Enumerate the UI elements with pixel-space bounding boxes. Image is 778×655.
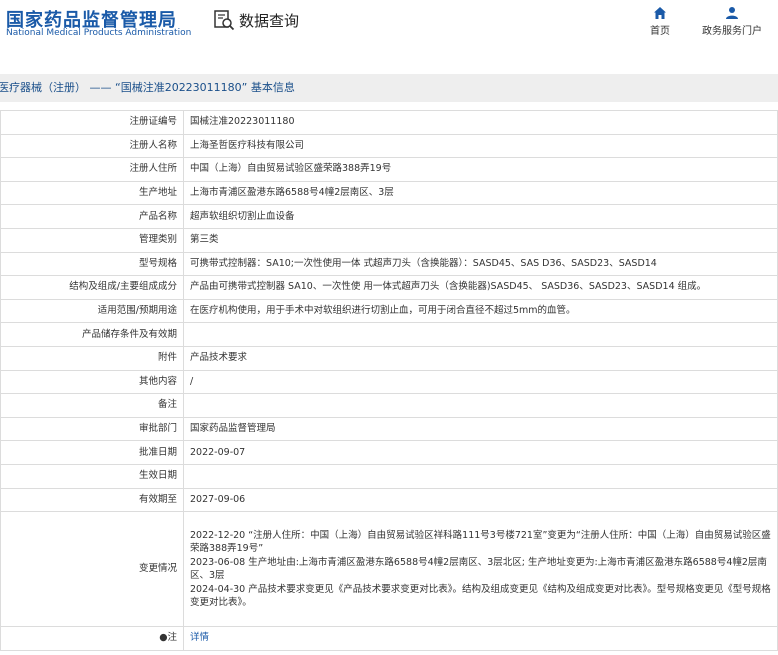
row-label: 生产地址 <box>0 180 184 206</box>
row-label: 产品名称 <box>0 204 184 229</box>
search-title-text: 数据查询 <box>239 11 300 30</box>
table-row: 结构及组成/主要组成成分 产品由可携带式控制器 SA10、一次性使 用一体式超声刀… <box>0 275 778 300</box>
info-table: 注册证编号 国械注准20223011180 注册人名称 上海圣哲医疗科技有限公司 注… <box>0 110 778 651</box>
row-value: 中国（上海）自由贸易试验区盛荣路388弄19号 <box>183 157 778 182</box>
home-icon <box>654 7 666 19</box>
row-value: 产品由可携带式控制器 SA10、一次性使 用一体式超声刀头（含换能器)SASD4… <box>183 275 778 300</box>
table-row: 管理类别 第三类 <box>0 227 778 253</box>
row-label: 附件 <box>0 345 184 371</box>
table-row: 注册证编号 国械注准20223011180 <box>0 110 778 135</box>
table-row: 适用范围/预期用途 在医疗机构使用，用于手术中对软组织进行切割止血，可用于闭合直径… <box>0 298 778 324</box>
row-label: 备注 <box>0 393 184 418</box>
breadcrumb-text: 医疗器械（注册） —— “国械注准20223011180” 基本信息 <box>0 81 295 94</box>
row-value: 超声软组织切割止血设备 <box>183 204 778 229</box>
row-label: 注册证编号 <box>0 110 184 135</box>
changes-value: 2022-12-20 “注册人住所：中国（上海）自由贸易试验区祥科路111号3号… <box>183 511 778 628</box>
nav-service-portal-label: 政务服务门户 <box>702 26 762 37</box>
change-entry: 2022-12-20 “注册人住所：中国（上海）自由贸易试验区祥科路111号3号… <box>190 529 771 555</box>
row-value <box>183 463 778 489</box>
row-value: 2022-09-07 <box>183 440 778 465</box>
nav-home-label: 首页 <box>650 26 670 37</box>
breadcrumb: 医疗器械（注册） —— “国械注准20223011180” 基本信息 <box>0 74 778 102</box>
table-row: 型号规格 可携带式控制器：SA10;一次性使用一体 式超声刀头（含换能器）：SAS… <box>0 251 778 277</box>
table-row: 其他内容 / <box>0 369 778 395</box>
table-row: 附件 产品技术要求 <box>0 345 778 371</box>
table-row: 有效期至 2027-09-06 <box>0 487 778 513</box>
row-label: 有效期至 <box>0 487 184 513</box>
table-row: 产品储存条件及有效期 <box>0 322 778 347</box>
row-value: 国家药品监督管理局 <box>183 416 778 442</box>
row-label: 型号规格 <box>0 251 184 277</box>
note-row: ●注 详情 <box>0 626 778 651</box>
row-label: 生效日期 <box>0 463 184 489</box>
row-label: 批准日期 <box>0 440 184 465</box>
nav-home[interactable]: 首页 <box>650 6 670 37</box>
search-doc-icon <box>214 10 235 31</box>
row-value: 国械注准20223011180 <box>183 110 778 135</box>
row-label: 产品储存条件及有效期 <box>0 322 184 347</box>
row-value: 可携带式控制器：SA10;一次性使用一体 式超声刀头（含换能器）：SASD45、… <box>183 251 778 277</box>
table-row: 注册人名称 上海圣哲医疗科技有限公司 <box>0 133 778 159</box>
table-row: 生效日期 <box>0 463 778 489</box>
table-row: 批准日期 2022-09-07 <box>0 440 778 465</box>
table-row: 生产地址 上海市青浦区盈港东路6588号4幢2层南区、3层 <box>0 180 778 206</box>
row-value: 上海圣哲医疗科技有限公司 <box>183 133 778 159</box>
row-value <box>183 393 778 418</box>
table-row: 审批部门 国家药品监督管理局 <box>0 416 778 442</box>
table-row: 产品名称 超声软组织切割止血设备 <box>0 204 778 229</box>
logo-english[interactable]: National Medical Products Administration <box>6 28 191 38</box>
row-label: 管理类别 <box>0 227 184 253</box>
row-value: 上海市青浦区盈港东路6588号4幢2层南区、3层 <box>183 180 778 206</box>
changes-row: 变更情况 2022-12-20 “注册人住所：中国（上海）自由贸易试验区祥科路1… <box>0 511 778 628</box>
row-label: 审批部门 <box>0 416 184 442</box>
row-label: 注册人住所 <box>0 157 184 182</box>
site-header: 国家药品监督管理局 National Medical Products Admi… <box>0 0 778 62</box>
changes-label: 变更情况 <box>0 511 184 628</box>
row-label: 其他内容 <box>0 369 184 395</box>
row-value: 产品技术要求 <box>183 345 778 371</box>
nav-service-portal[interactable]: 政务服务门户 <box>702 6 762 37</box>
note-label: ●注 <box>0 626 184 651</box>
change-entry: 2024-04-30 产品技术要求变更见《产品技术要求变更对比表》。结构及组成变… <box>190 583 771 609</box>
row-value: 2027-09-06 <box>183 487 778 513</box>
row-label: 注册人名称 <box>0 133 184 159</box>
change-entry: 2023-06-08 生产地址由:上海市青浦区盈港东路6588号4幢2层南区、3… <box>190 556 767 582</box>
table-row: 备注 <box>0 393 778 418</box>
row-label: 适用范围/预期用途 <box>0 298 184 324</box>
row-value: 第三类 <box>183 227 778 253</box>
row-label: 结构及组成/主要组成成分 <box>0 275 184 300</box>
data-query-title: 数据查询 <box>213 9 299 31</box>
row-value: / <box>183 369 778 395</box>
table-row: 注册人住所 中国（上海）自由贸易试验区盛荣路388弄19号 <box>0 157 778 182</box>
user-icon <box>726 7 738 19</box>
row-value: 在医疗机构使用，用于手术中对软组织进行切割止血，可用于闭合直径不超过5mm的血管… <box>183 298 778 324</box>
details-link[interactable]: 详情 <box>190 632 209 643</box>
row-value <box>183 322 778 347</box>
